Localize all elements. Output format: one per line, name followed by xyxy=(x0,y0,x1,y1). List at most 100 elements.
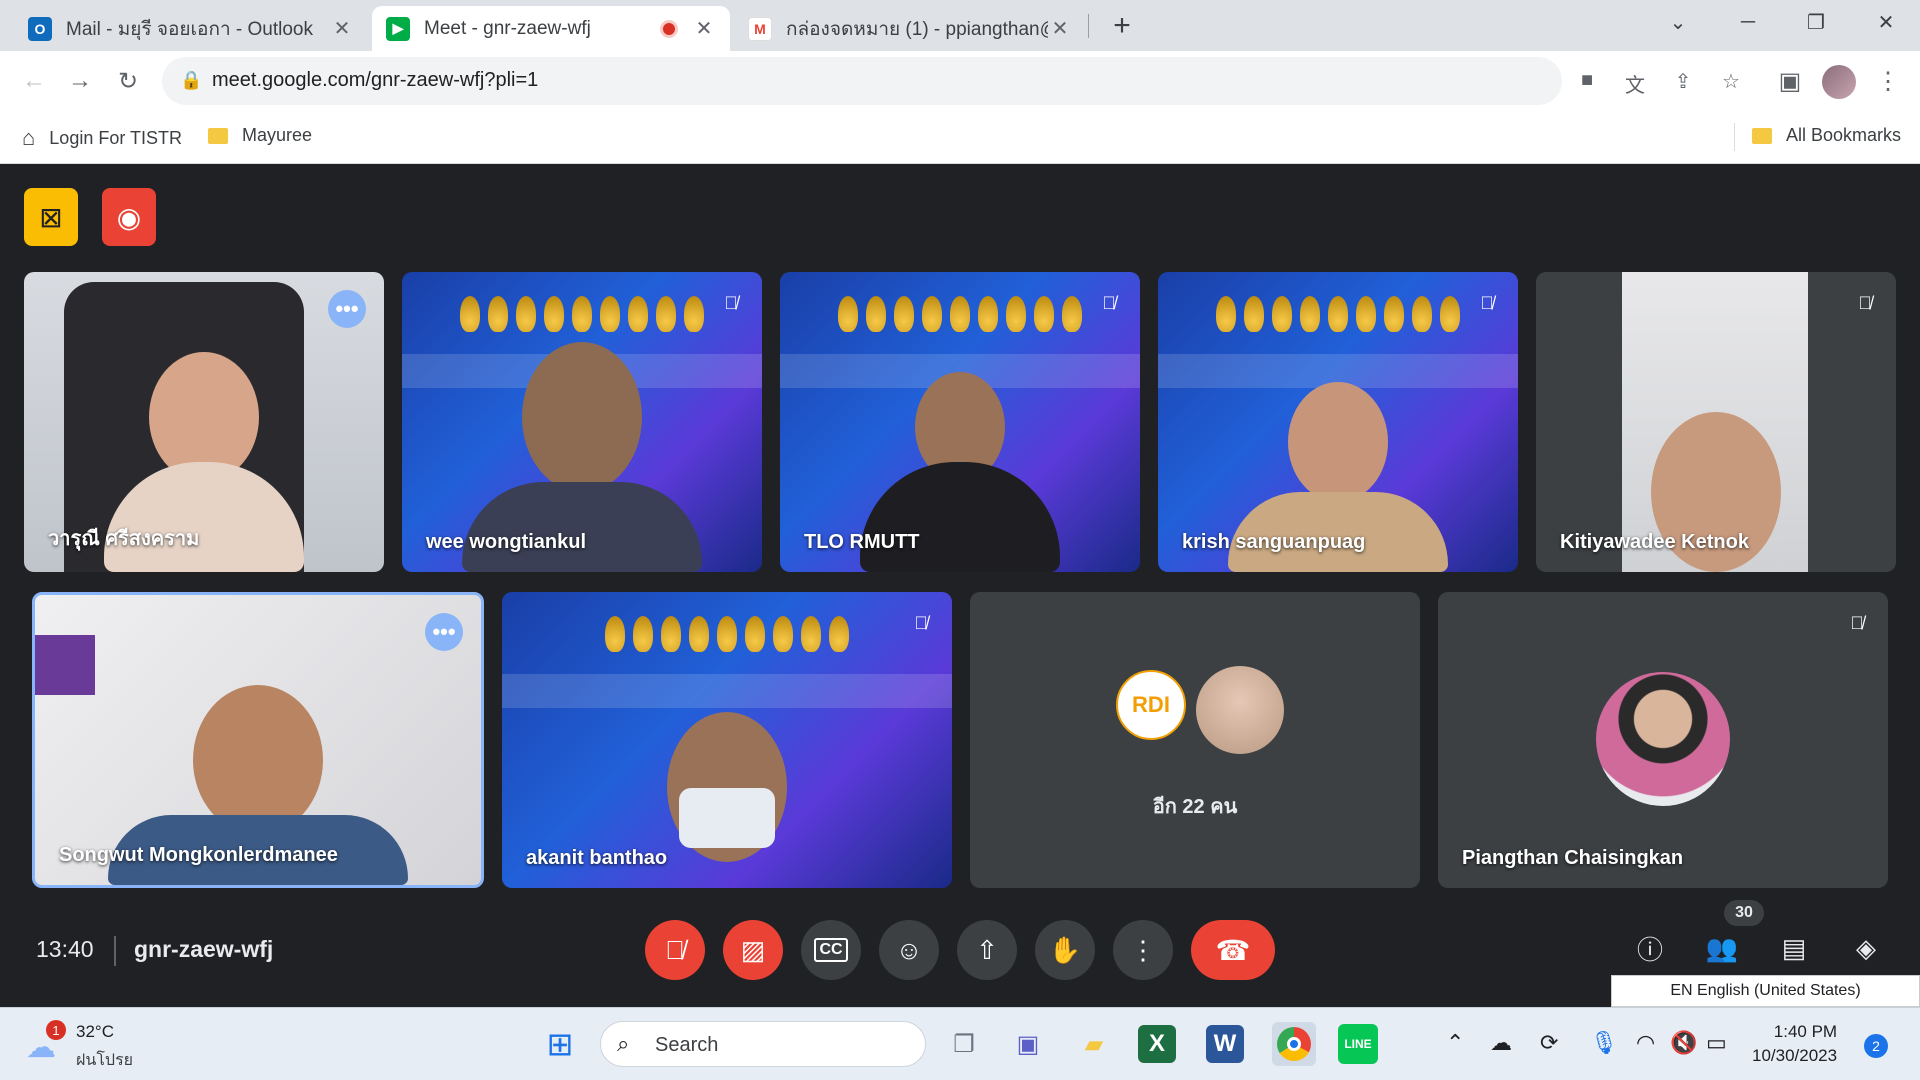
close-icon[interactable]: ✕ xyxy=(692,16,716,41)
browser-tab-strip: O Mail - มยุรี จอยเอกา - Outlook ✕ ▶ Mee… xyxy=(0,0,1920,51)
url-text[interactable]: meet.google.com/gnr-zaew-wfj?pli=1 xyxy=(212,69,538,92)
others-tile[interactable]: RDI อีก 22 คน xyxy=(970,592,1420,888)
weather-desc[interactable]: ฝนโปรย xyxy=(76,1048,133,1073)
weather-temp[interactable]: 32°C xyxy=(76,1022,114,1042)
chrome-icon[interactable] xyxy=(1272,1022,1316,1066)
bookmarks-bar: ⌂ Login For TISTR Mayuree All Bookmarks xyxy=(0,111,1920,164)
minimize-icon[interactable]: ─ xyxy=(1714,0,1782,44)
taskbar-search[interactable]: ⌕ Search xyxy=(600,1021,926,1067)
phone-hangup-icon: ☎ xyxy=(1215,934,1251,966)
language-indicator[interactable]: EN English (United States) xyxy=(1611,975,1920,1007)
meeting-clock: 13:40 xyxy=(36,936,94,962)
present-screen-icon: ⇧ xyxy=(976,934,998,965)
bookmark-login-tistr[interactable]: ⌂ Login For TISTR xyxy=(22,125,182,151)
weather-widget[interactable]: ☁ 1 xyxy=(26,1020,66,1064)
tab-gmail[interactable]: M กล่องจดหมาย (1) - ppiangthan@g ✕ xyxy=(734,6,1086,51)
participant-avatar xyxy=(1596,672,1730,806)
participant-tile[interactable]: 🎙̸ krish sanguanpuag xyxy=(1158,272,1518,572)
teams-icon[interactable]: ▣ xyxy=(1006,1022,1050,1066)
captions-button[interactable]: CC xyxy=(801,920,861,980)
back-icon[interactable]: ← xyxy=(14,61,54,101)
participant-name: wee wongtiankul xyxy=(426,531,587,553)
menu-kebab-icon[interactable]: ⋮ xyxy=(1868,61,1908,101)
sync-icon[interactable]: ⟳ xyxy=(1540,1030,1558,1056)
banner-decoration xyxy=(502,616,952,656)
participant-tile[interactable]: 🎙̸ Piangthan Chaisingkan xyxy=(1438,592,1888,888)
meeting-info-icon[interactable]: ⓘ xyxy=(1628,926,1672,970)
mic-off-icon: 🎙̸ xyxy=(1858,292,1872,313)
share-icon[interactable]: ⇪ xyxy=(1670,69,1696,94)
bookmark-mayuree[interactable]: Mayuree xyxy=(208,125,312,146)
file-explorer-icon[interactable]: ▰ xyxy=(1072,1022,1116,1066)
tab-outlook[interactable]: O Mail - มยุรี จอยเอกา - Outlook ✕ xyxy=(14,6,368,51)
tab-search-chevron-icon[interactable]: ⌄ xyxy=(1644,0,1712,44)
participant-tile[interactable]: 🎙̸ wee wongtiankul xyxy=(402,272,762,572)
more-options-button[interactable]: ⋮ xyxy=(1113,920,1173,980)
reload-icon[interactable]: ↻ xyxy=(108,61,148,101)
task-view-icon[interactable]: ❐ xyxy=(942,1022,986,1066)
folder-icon xyxy=(208,127,228,144)
word-icon[interactable]: W xyxy=(1206,1025,1244,1063)
banner-decoration xyxy=(1158,296,1518,336)
participant-name: Piangthan Chaisingkan xyxy=(1462,847,1684,869)
notification-badge[interactable]: 2 xyxy=(1864,1034,1888,1058)
no-video-indicator-icon[interactable]: ⊠ xyxy=(24,188,78,246)
leave-call-button[interactable]: ☎ xyxy=(1191,920,1275,980)
activities-icon[interactable]: ◈ xyxy=(1844,926,1888,970)
date-text: 10/30/2023 xyxy=(1752,1046,1838,1065)
participant-tile[interactable]: 🎙̸ TLO RMUTT xyxy=(780,272,1140,572)
participant-tile[interactable]: ••• วารุณี ศรีสงคราม xyxy=(24,272,384,572)
microphone-icon[interactable]: 🎙 xyxy=(1590,1030,1618,1056)
participant-tile[interactable]: 🎙̸ Kitiyawadee Ketnok xyxy=(1536,272,1896,572)
meeting-code: gnr-zaew-wfj xyxy=(134,936,274,962)
participant-count-badge: 30 xyxy=(1724,900,1764,926)
onedrive-icon[interactable]: ☁ xyxy=(1490,1030,1512,1056)
tab-meet[interactable]: ▶ Meet - gnr-zaew-wfj ✕ xyxy=(372,6,730,51)
mic-off-icon: 🎙̸ xyxy=(1102,292,1116,313)
reactions-button[interactable]: ☺ xyxy=(879,920,939,980)
profile-avatar[interactable] xyxy=(1822,65,1856,99)
camera-toggle-button[interactable]: ▨ xyxy=(723,920,783,980)
show-hidden-icons[interactable]: ⌃ xyxy=(1446,1030,1464,1056)
close-window-icon[interactable]: ✕ xyxy=(1852,0,1920,44)
line-icon[interactable]: LINE xyxy=(1338,1024,1378,1064)
more-options-icon[interactable]: ••• xyxy=(328,290,366,328)
present-button[interactable]: ⇧ xyxy=(957,920,1017,980)
mic-toggle-button[interactable]: 🎙̸ xyxy=(645,920,705,980)
mic-off-icon: 🎙̸ xyxy=(1480,292,1494,313)
excel-icon[interactable]: X xyxy=(1138,1025,1176,1063)
omnibox[interactable]: 🔒 meet.google.com/gnr-zaew-wfj?pli=1 ■ 文… xyxy=(162,57,1740,105)
battery-icon[interactable]: ▭ xyxy=(1706,1030,1727,1056)
star-icon[interactable]: ☆ xyxy=(1718,69,1744,94)
bookmark-divider xyxy=(1734,123,1735,151)
all-bookmarks[interactable]: All Bookmarks xyxy=(1752,125,1901,146)
mic-off-icon: 🎙̸ xyxy=(1850,612,1864,633)
camera-off-icon: ▨ xyxy=(740,934,766,965)
system-clock[interactable]: 1:40 PM 10/30/2023 xyxy=(1752,1020,1837,1068)
side-panel-icon[interactable]: ▣ xyxy=(1770,61,1810,101)
lock-icon[interactable]: 🔒 xyxy=(180,70,202,91)
translate-icon[interactable]: 文 xyxy=(1622,69,1648,98)
speaker-muted-icon[interactable]: 🔇 xyxy=(1670,1030,1697,1056)
camera-icon[interactable]: ■ xyxy=(1574,69,1600,92)
wifi-icon[interactable]: ◠ xyxy=(1636,1030,1655,1056)
participant-tile[interactable]: 🎙̸ akanit banthao xyxy=(502,592,952,888)
gmail-icon: M xyxy=(748,16,772,41)
outlook-icon: O xyxy=(28,16,52,41)
close-icon[interactable]: ✕ xyxy=(1048,16,1072,41)
new-tab-button[interactable]: + xyxy=(1102,6,1142,46)
participant-name: Kitiyawadee Ketnok xyxy=(1560,531,1749,553)
participant-tile-active-speaker[interactable]: ••• Songwut Mongkonlerdmanee xyxy=(32,592,484,888)
restore-icon[interactable]: ❐ xyxy=(1782,0,1850,44)
forward-icon[interactable]: → xyxy=(60,61,100,101)
mic-off-icon: 🎙̸ xyxy=(914,612,928,633)
home-icon: ⌂ xyxy=(22,125,36,150)
close-icon[interactable]: ✕ xyxy=(330,16,354,41)
recording-indicator-icon[interactable]: ◉ xyxy=(102,188,156,246)
windows-start-icon[interactable]: ⊞ xyxy=(538,1022,582,1066)
people-icon[interactable]: 👥 xyxy=(1700,926,1744,970)
more-options-icon[interactable]: ••• xyxy=(425,613,463,651)
raise-hand-button[interactable]: ✋ xyxy=(1035,920,1095,980)
captions-icon: CC xyxy=(814,938,848,962)
chat-icon[interactable]: ▤ xyxy=(1772,926,1816,970)
